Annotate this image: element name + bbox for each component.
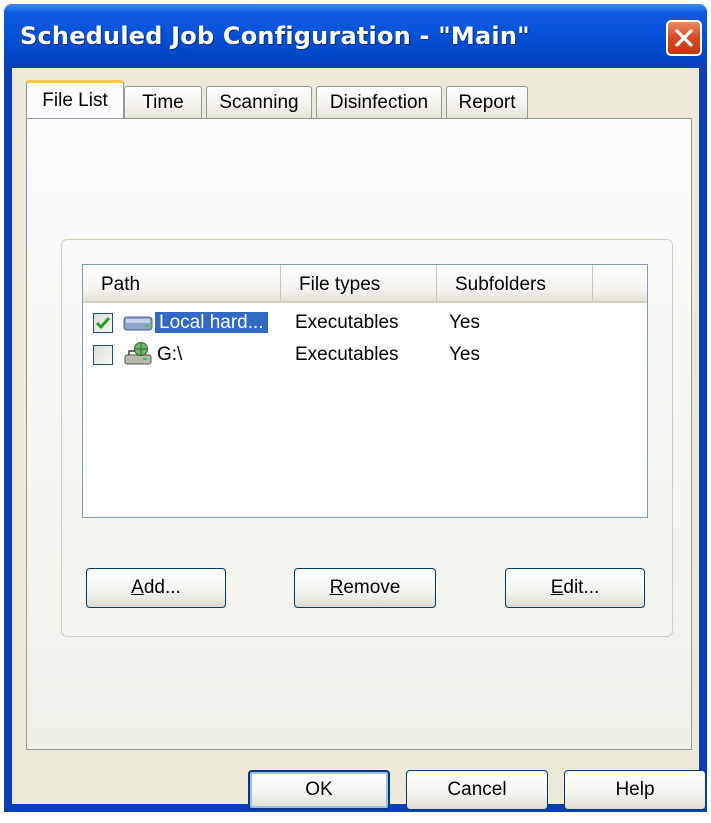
tab-disinfection[interactable]: Disinfection <box>316 86 442 118</box>
file-list-group: Path File types Subfolders Local hard...… <box>61 239 673 637</box>
column-header-subfolders[interactable]: Subfolders <box>437 265 593 301</box>
row-checkbox[interactable] <box>93 345 113 365</box>
tab-scanning[interactable]: Scanning <box>206 86 312 118</box>
title-bar[interactable]: Scheduled Job Configuration - "Main" <box>4 4 707 68</box>
tab-label: Disinfection <box>329 92 429 113</box>
column-header-file-types[interactable]: File types <box>281 265 437 301</box>
network-drive-icon <box>124 342 152 365</box>
cancel-button[interactable]: Cancel <box>406 770 548 810</box>
row-checkbox[interactable] <box>93 313 113 333</box>
close-button[interactable] <box>666 20 702 56</box>
checkmark-icon <box>95 317 111 330</box>
table-row[interactable]: G:\ Executables Yes <box>83 339 647 371</box>
window-title: Scheduled Job Configuration - "Main" <box>20 22 530 50</box>
subfolders-cell: Yes <box>449 312 480 333</box>
column-header-path[interactable]: Path <box>83 265 281 301</box>
tab-label: File List <box>42 90 108 111</box>
file-list-view[interactable]: Path File types Subfolders Local hard...… <box>82 264 648 518</box>
tab-file-list[interactable]: File List <box>26 80 124 118</box>
subfolders-cell: Yes <box>449 344 480 365</box>
table-row[interactable]: Local hard... Executables Yes <box>83 307 647 339</box>
tab-report[interactable]: Report <box>446 86 528 118</box>
tab-time[interactable]: Time <box>124 86 202 118</box>
help-button[interactable]: Help <box>564 770 706 810</box>
tab-label: Time <box>142 92 184 113</box>
file-types-cell: Executables <box>295 312 399 333</box>
dialog-window: Scheduled Job Configuration - "Main" Fil… <box>4 4 707 812</box>
edit-button[interactable]: Edit... <box>505 568 645 608</box>
path-label[interactable]: Local hard... <box>155 312 268 333</box>
list-header: Path File types Subfolders <box>83 265 647 303</box>
remove-button[interactable]: Remove <box>294 568 436 608</box>
add-button[interactable]: Add... <box>86 568 226 608</box>
close-icon <box>675 29 693 47</box>
tab-label: Report <box>458 92 516 113</box>
path-label[interactable]: G:\ <box>157 339 182 371</box>
tab-label: Scanning <box>219 92 299 113</box>
ok-button[interactable]: OK <box>248 770 390 810</box>
file-list-panel: Path File types Subfolders Local hard...… <box>26 118 692 750</box>
file-types-cell: Executables <box>295 344 399 365</box>
hard-drive-icon <box>123 316 153 331</box>
dialog-client-area: File List Time Scanning Disinfection Rep… <box>12 68 706 810</box>
